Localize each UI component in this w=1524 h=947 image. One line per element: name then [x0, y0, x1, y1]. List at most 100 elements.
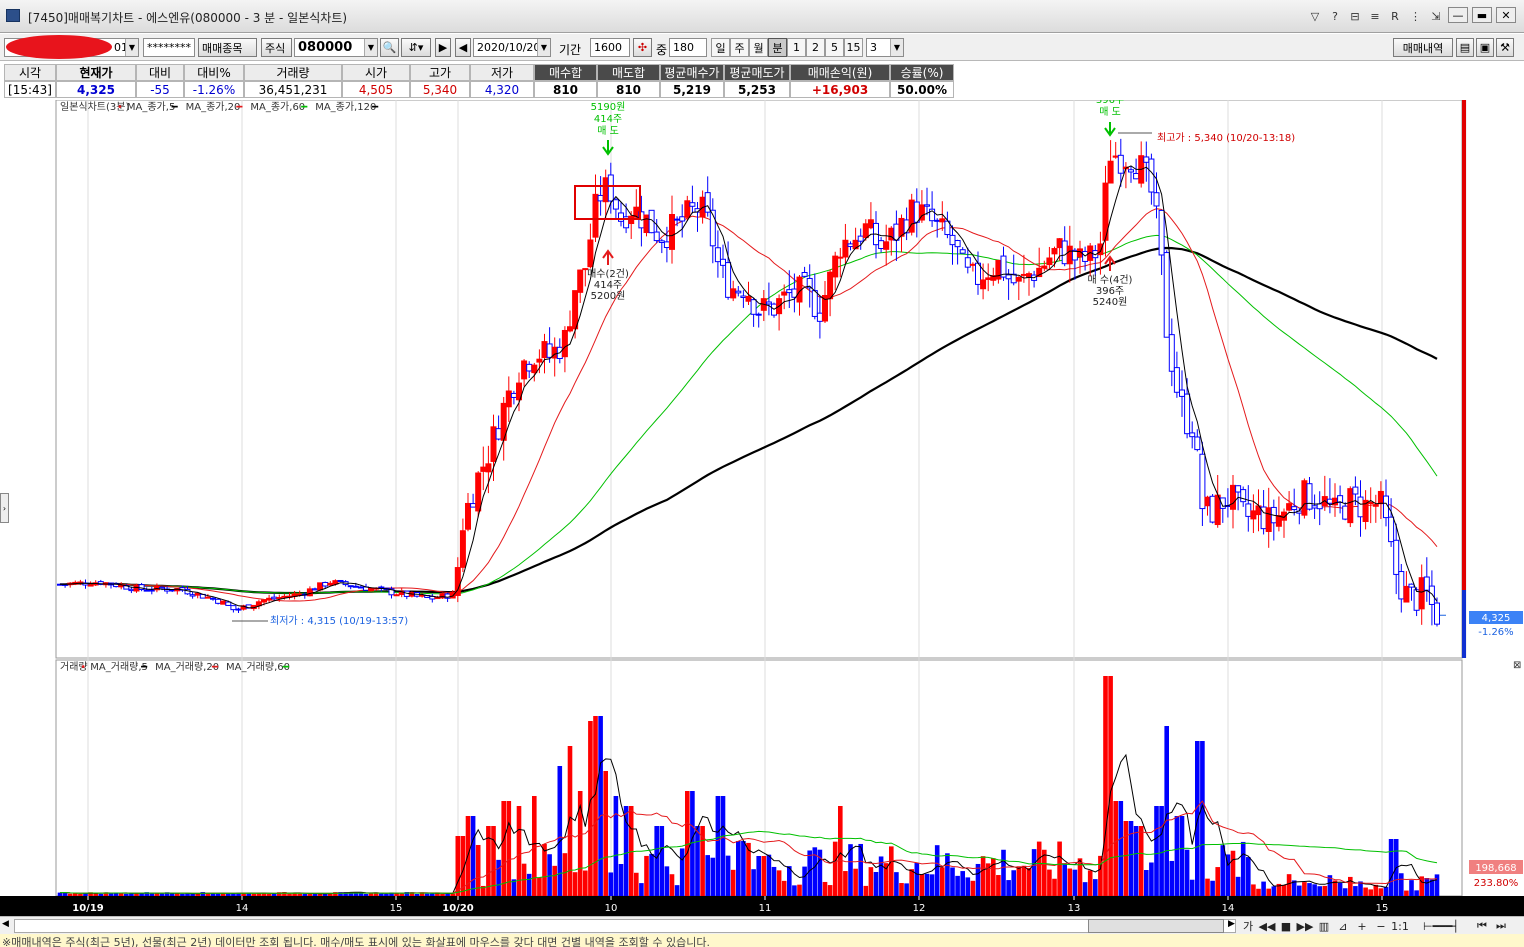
period-week-button[interactable]: 주: [730, 38, 749, 57]
volume-bar-119: [664, 866, 670, 896]
current-price-value: 4,325: [1482, 613, 1511, 624]
trade-items-button[interactable]: 매매종목: [198, 38, 257, 57]
period-input[interactable]: 1600: [590, 38, 630, 57]
help-icon[interactable]: ?: [1327, 7, 1343, 25]
zoom-slider[interactable]: ⊢━━━┤: [1411, 918, 1471, 934]
label-toggle-icon[interactable]: 가: [1240, 918, 1256, 934]
candle-body-96: [546, 343, 553, 358]
volume-bar-237: [1266, 888, 1271, 896]
trade-header-5: 승률(%): [890, 64, 954, 81]
volume-bar-268: [1424, 877, 1430, 896]
settings-icon[interactable]: ✣: [633, 38, 652, 57]
volume-bar-144: [792, 885, 797, 896]
count-label: 중: [656, 43, 668, 57]
candle-body-180: [975, 262, 981, 285]
volume-bar-136: [751, 869, 756, 896]
rewind-icon[interactable]: ◀◀: [1259, 918, 1276, 934]
trade-history-button[interactable]: 매매내역: [1393, 38, 1453, 57]
info-header-2: 대비: [136, 64, 184, 81]
candle-body-79: [459, 530, 466, 568]
candle-body-109: [612, 199, 619, 210]
volume-bar-48: [302, 893, 308, 896]
volume-bar-266: [1414, 890, 1419, 896]
price-legend-1: MA_종가,5: [127, 101, 175, 113]
pin-icon[interactable]: ▽: [1307, 7, 1323, 25]
last-page-icon[interactable]: ⏭: [1493, 918, 1509, 934]
candle-body-232: [1240, 489, 1247, 503]
forward-icon[interactable]: ▶▶: [1297, 918, 1314, 934]
volume-bar-139: [766, 854, 772, 896]
candle-body-47: [296, 593, 303, 596]
volume-bar-163: [889, 846, 894, 896]
scroll-right-icon[interactable]: ▶: [1228, 919, 1240, 933]
minute-15-button[interactable]: 15: [844, 38, 863, 57]
prev-icon[interactable]: ◀: [455, 38, 471, 57]
maximize-button[interactable]: ▬: [1472, 7, 1492, 23]
candle-body-32: [220, 600, 227, 605]
volume-bar-173: [940, 867, 945, 896]
sort-icon[interactable]: ⇵▾: [401, 38, 431, 57]
volume-bar-41: [266, 893, 272, 896]
stock-code-input[interactable]: 080000 ▼: [294, 38, 378, 57]
volume-bar-8: [98, 893, 104, 896]
volume-bar-114: [639, 883, 644, 896]
grid-view-icon[interactable]: ▥: [1316, 918, 1332, 934]
refresh-icon[interactable]: R: [1387, 7, 1403, 25]
minute-5-button[interactable]: 5: [825, 38, 844, 57]
period-month-button[interactable]: 월: [749, 38, 768, 57]
candle-body-142: [781, 291, 788, 296]
first-page-icon[interactable]: ⏮: [1474, 918, 1490, 934]
play-icon[interactable]: ▶: [435, 38, 451, 57]
expand-icon[interactable]: ⇲: [1428, 7, 1444, 25]
current-volume-value: 198,668: [1475, 863, 1516, 874]
date-input[interactable]: 2020/10/20 ▼: [473, 38, 551, 57]
search-icon[interactable]: 🔍: [380, 38, 399, 57]
candle-body-84: [485, 463, 492, 473]
volume-bar-92: [526, 873, 532, 896]
save-icon[interactable]: ▣: [1476, 38, 1494, 57]
menu-icon[interactable]: ≡: [1367, 7, 1383, 25]
volume-bar-154: [843, 871, 848, 896]
candle-body-74: [434, 597, 441, 600]
minute-select[interactable]: 3 ▼: [866, 38, 904, 57]
folder-icon[interactable]: ▤: [1456, 38, 1474, 57]
volume-bar-186: [1006, 880, 1011, 896]
volume-bar-76: [445, 893, 450, 896]
price-volume-chart[interactable]: 일본식차트(3분)• MA_종가,5━ MA_종가,20━ MA_종가,60━ MA_종…: [0, 100, 1524, 916]
candle-body-118: [658, 240, 665, 243]
scroll-left-icon[interactable]: ◀: [2, 919, 14, 933]
period-day-button[interactable]: 일: [711, 38, 730, 57]
link-icon[interactable]: ⊟: [1347, 7, 1363, 25]
trade-header-3: 평균매도가: [724, 64, 790, 81]
volume-bar-218: [1169, 860, 1175, 896]
candle-body-237: [1265, 507, 1272, 533]
volume-bar-168: [914, 863, 920, 896]
minute-1-button[interactable]: 1: [787, 38, 806, 57]
candle-body-108: [607, 174, 614, 202]
period-minute-button[interactable]: 분: [768, 38, 787, 57]
wrench-icon[interactable]: ⚒: [1496, 38, 1514, 57]
count-input[interactable]: 180: [669, 38, 707, 57]
volume-bar-238: [1271, 886, 1277, 896]
chart-type-icon[interactable]: ⊿: [1335, 918, 1351, 934]
market-type-button[interactable]: 주식: [261, 38, 292, 57]
volume-bar-264: [1404, 890, 1409, 896]
zoom-out-icon[interactable]: −: [1373, 918, 1389, 934]
minimize-button[interactable]: —: [1448, 7, 1468, 23]
panel-expand-icon[interactable]: ›: [0, 493, 9, 523]
zoom-in-icon[interactable]: +: [1354, 918, 1370, 934]
candle-body-162: [883, 241, 890, 250]
ratio-icon[interactable]: 1:1: [1391, 918, 1409, 934]
candle-body-246: [1311, 505, 1318, 509]
horizontal-scrollbar[interactable]: [14, 919, 1236, 933]
password-field[interactable]: ********: [143, 38, 195, 57]
window-title: [7450]매매복기차트 - 에스엔유(080000 - 3 분 - 일본식차트…: [28, 11, 348, 25]
stop-icon[interactable]: ■: [1278, 918, 1294, 934]
candle-body-89: [510, 392, 517, 398]
close-button[interactable]: ✕: [1496, 7, 1516, 23]
minute-2-button[interactable]: 2: [806, 38, 825, 57]
more-icon[interactable]: ⋮: [1407, 7, 1424, 25]
candle-body-242: [1291, 506, 1298, 511]
volume-bar-73: [430, 893, 435, 896]
scrollbar-thumb[interactable]: [1088, 919, 1224, 933]
